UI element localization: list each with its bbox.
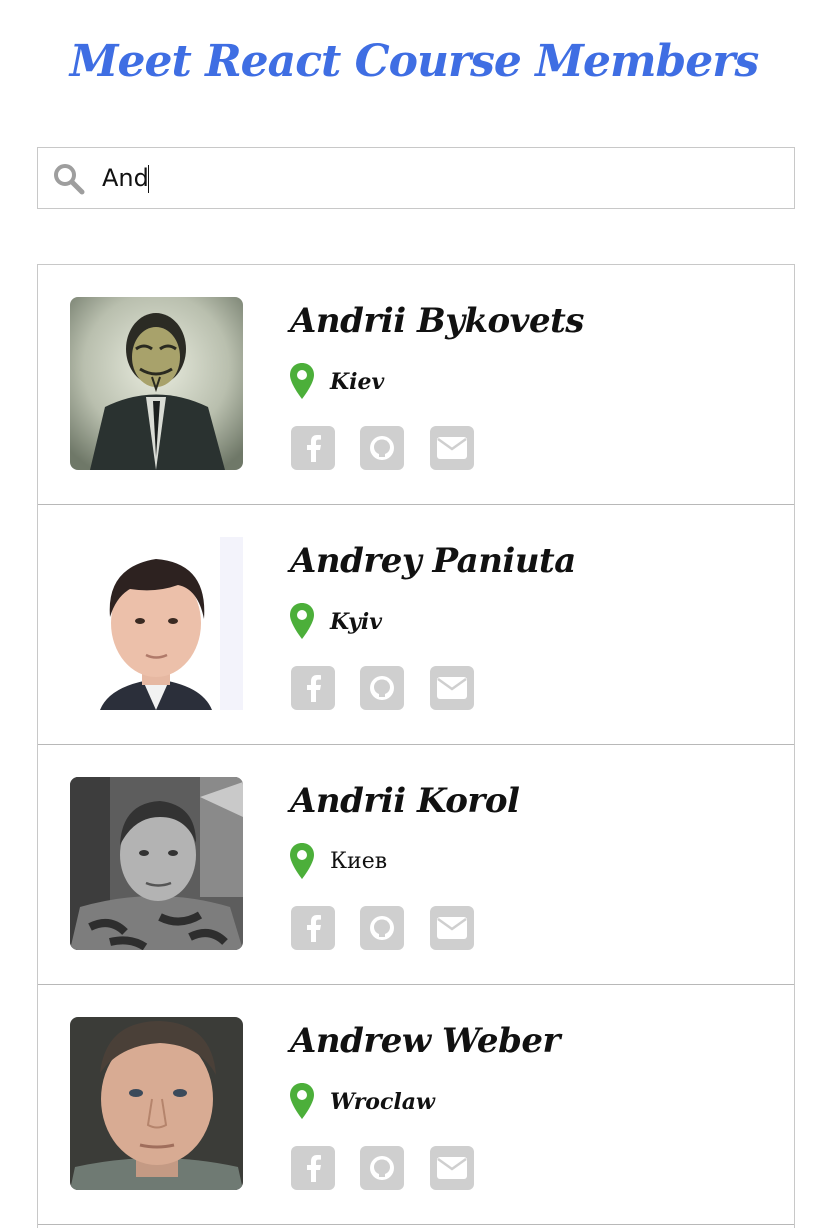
member-name: Andrii Bykovets — [290, 301, 584, 341]
member-card: Andrey Paniuta Kyiv — [38, 505, 794, 745]
facebook-button[interactable] — [291, 1146, 335, 1190]
member-city: Kyiv — [330, 609, 383, 635]
search-input[interactable] — [102, 158, 772, 198]
search-icon — [54, 164, 85, 195]
search-box[interactable] — [37, 147, 795, 209]
text-caret — [148, 165, 149, 193]
facebook-button[interactable] — [291, 906, 335, 950]
member-card: Andrew Weber Wroclaw — [38, 985, 794, 1225]
github-button[interactable] — [360, 426, 404, 470]
member-card: Andrii Bykovets Kiev — [38, 265, 794, 505]
facebook-icon — [307, 675, 321, 702]
map-pin-icon — [290, 1083, 314, 1119]
member-list: Andrii Bykovets Kiev Andrey Paniuta Kyiv… — [37, 264, 795, 1228]
avatar — [70, 1017, 243, 1190]
avatar — [70, 777, 243, 950]
member-name: Andrew Weber — [290, 1021, 560, 1061]
facebook-icon — [307, 1155, 321, 1182]
envelope-icon — [437, 917, 467, 939]
member-name: Andrii Korol — [290, 781, 520, 821]
map-pin-icon — [290, 843, 314, 879]
github-icon — [370, 1156, 394, 1180]
member-card: Andrii Korol Киев — [38, 745, 794, 985]
page-title: Meet React Course Members — [69, 36, 759, 87]
avatar — [70, 297, 243, 470]
github-button[interactable] — [360, 1146, 404, 1190]
facebook-icon — [307, 435, 321, 462]
envelope-icon — [437, 1157, 467, 1179]
facebook-icon — [307, 915, 321, 942]
envelope-icon — [437, 677, 467, 699]
email-button[interactable] — [430, 906, 474, 950]
github-icon — [370, 676, 394, 700]
github-icon — [370, 916, 394, 940]
member-city: Киев — [330, 849, 388, 874]
member-name: Andrey Paniuta — [290, 541, 576, 581]
member-city: Wroclaw — [330, 1089, 435, 1115]
map-pin-icon — [290, 603, 314, 639]
github-icon — [370, 436, 394, 460]
avatar — [70, 537, 243, 710]
member-city: Kiev — [330, 369, 385, 395]
facebook-button[interactable] — [291, 426, 335, 470]
email-button[interactable] — [430, 426, 474, 470]
email-button[interactable] — [430, 666, 474, 710]
email-button[interactable] — [430, 1146, 474, 1190]
github-button[interactable] — [360, 666, 404, 710]
github-button[interactable] — [360, 906, 404, 950]
map-pin-icon — [290, 363, 314, 399]
facebook-button[interactable] — [291, 666, 335, 710]
envelope-icon — [437, 437, 467, 459]
